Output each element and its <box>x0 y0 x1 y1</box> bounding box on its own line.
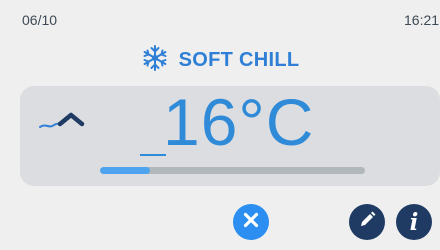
snowflake-icon <box>141 44 169 77</box>
temperature-panel: 16°C <box>20 86 440 186</box>
mode-label: SOFT CHILL <box>178 48 300 71</box>
info-button[interactable]: i <box>396 204 432 240</box>
mode-title: SOFT CHILL <box>0 38 440 82</box>
progress-fill <box>100 167 151 174</box>
temperature-value: 16°C <box>163 85 315 159</box>
close-icon <box>243 212 259 233</box>
info-icon: i <box>409 208 419 236</box>
status-time: 16:21 <box>404 12 440 28</box>
progress-bar <box>100 167 365 174</box>
status-date: 06/10 <box>22 12 58 28</box>
probe-icon <box>38 108 94 139</box>
edit-button[interactable] <box>349 204 385 240</box>
cancel-button[interactable] <box>233 204 269 240</box>
pencil-icon <box>357 210 377 235</box>
